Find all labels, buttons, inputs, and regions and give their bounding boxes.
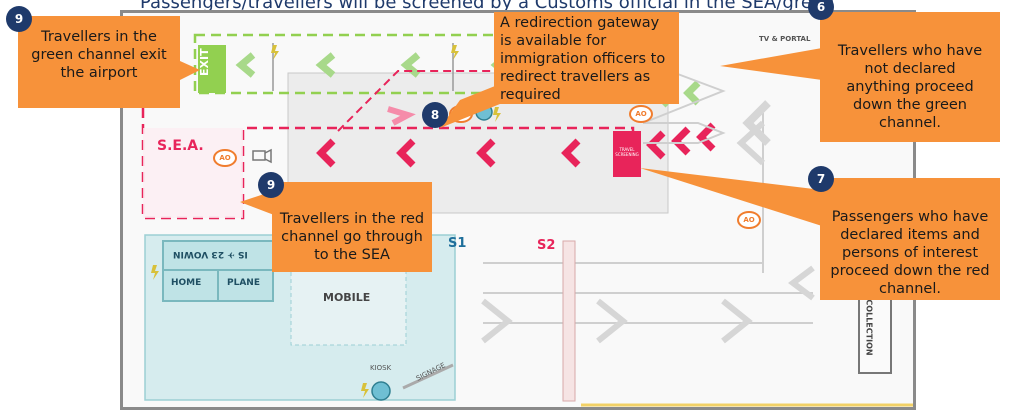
callout-text: Travellers who have not declared anythin… (837, 43, 983, 131)
step-badge: 9 (258, 172, 284, 198)
callout-text: A redirection gateway is available for i… (500, 15, 666, 103)
callout-text: Travellers in the green channel exit the… (31, 29, 167, 81)
callout-text: Travellers in the red channel go through… (279, 211, 425, 263)
callout-red-channel: Passengers who have declared items and p… (820, 178, 1000, 300)
step-badge: 7 (808, 166, 834, 192)
step-badge: 8 (422, 102, 448, 128)
callout-redirection-gateway: A redirection gateway is available for i… (494, 12, 679, 104)
callout-text: Passengers who have declared items and p… (830, 209, 990, 297)
callout-red-channel-sea: Travellers in the red channel go through… (272, 182, 432, 272)
callout-green-exit: Travellers in the green channel exit the… (18, 16, 180, 108)
step-badge: 9 (6, 6, 32, 32)
callout-green-channel: Travellers who have not declared anythin… (820, 12, 1000, 142)
